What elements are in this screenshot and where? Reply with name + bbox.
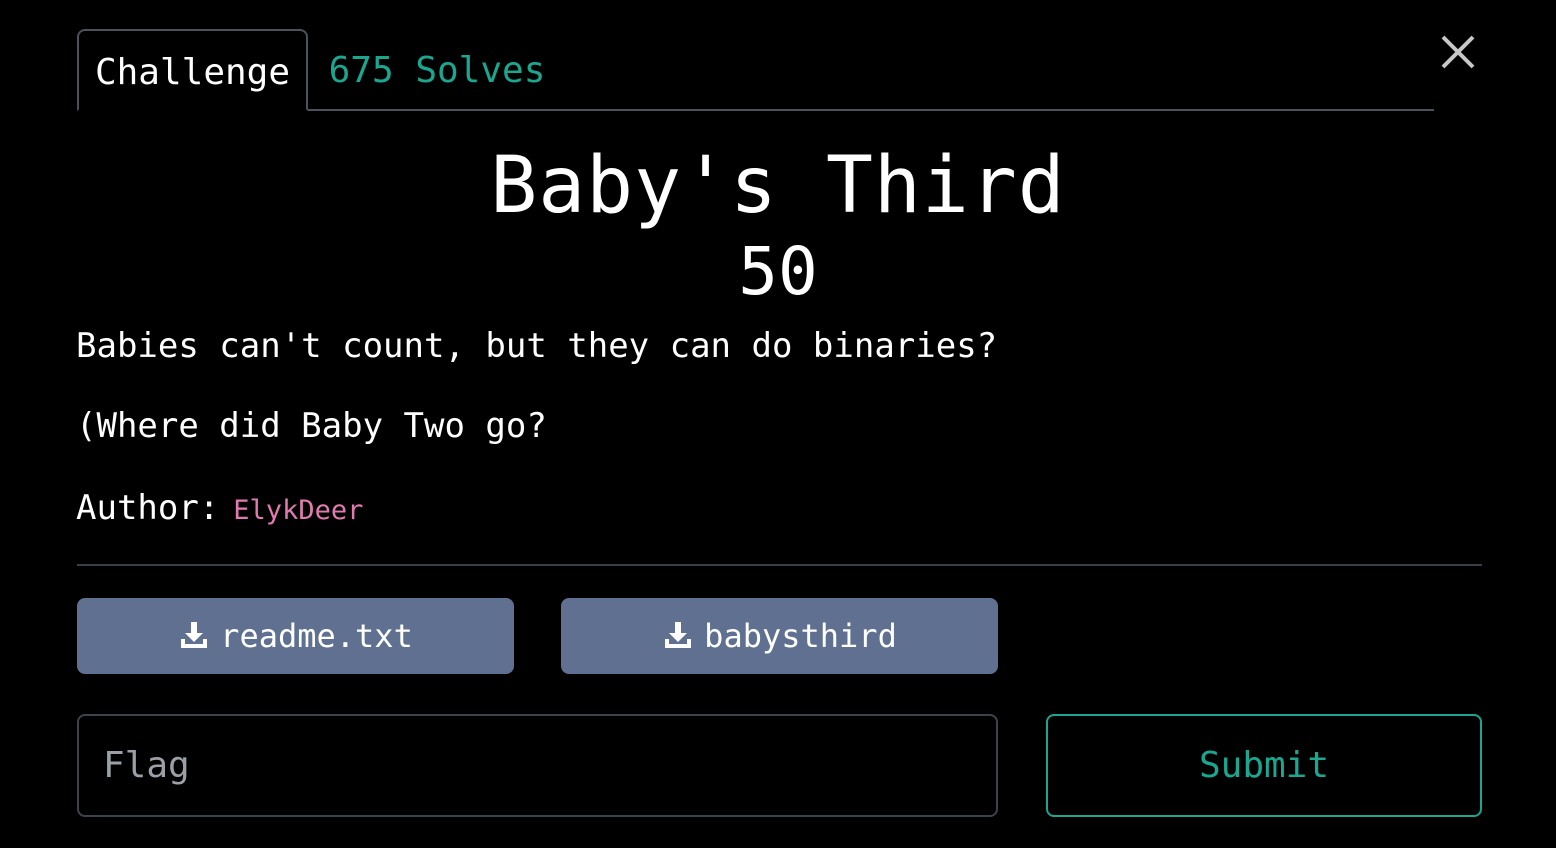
close-icon <box>1441 35 1475 69</box>
download-icon <box>181 622 208 648</box>
file-name: babysthird <box>704 617 897 655</box>
download-icon <box>665 622 692 648</box>
author-name: ElykDeer <box>233 495 364 526</box>
author-label: Author: <box>76 488 220 528</box>
download-file-button-babysthird[interactable]: babysthird <box>561 598 998 674</box>
download-file-button-readme[interactable]: readme.txt <box>77 598 514 674</box>
flag-input[interactable] <box>77 714 998 817</box>
close-button[interactable] <box>1436 30 1480 74</box>
divider <box>77 564 1482 566</box>
challenge-title: Baby's Third <box>490 141 1066 231</box>
submit-button[interactable]: Submit <box>1046 714 1482 817</box>
challenge-points: 50 <box>738 233 818 310</box>
tab-challenge[interactable]: Challenge <box>77 29 308 111</box>
author-row: Author: ElykDeer <box>76 486 363 533</box>
file-name: readme.txt <box>220 617 413 655</box>
description-line-1: Babies can't count, but they can do bina… <box>76 326 998 366</box>
tab-solves[interactable]: 675 Solves <box>327 29 547 111</box>
challenge-modal: Challenge 675 Solves Baby's Third 50 Bab… <box>0 0 1556 848</box>
tab-bar: Challenge 675 Solves <box>77 29 1434 111</box>
description-line-2: (Where did Baby Two go? <box>76 406 547 446</box>
